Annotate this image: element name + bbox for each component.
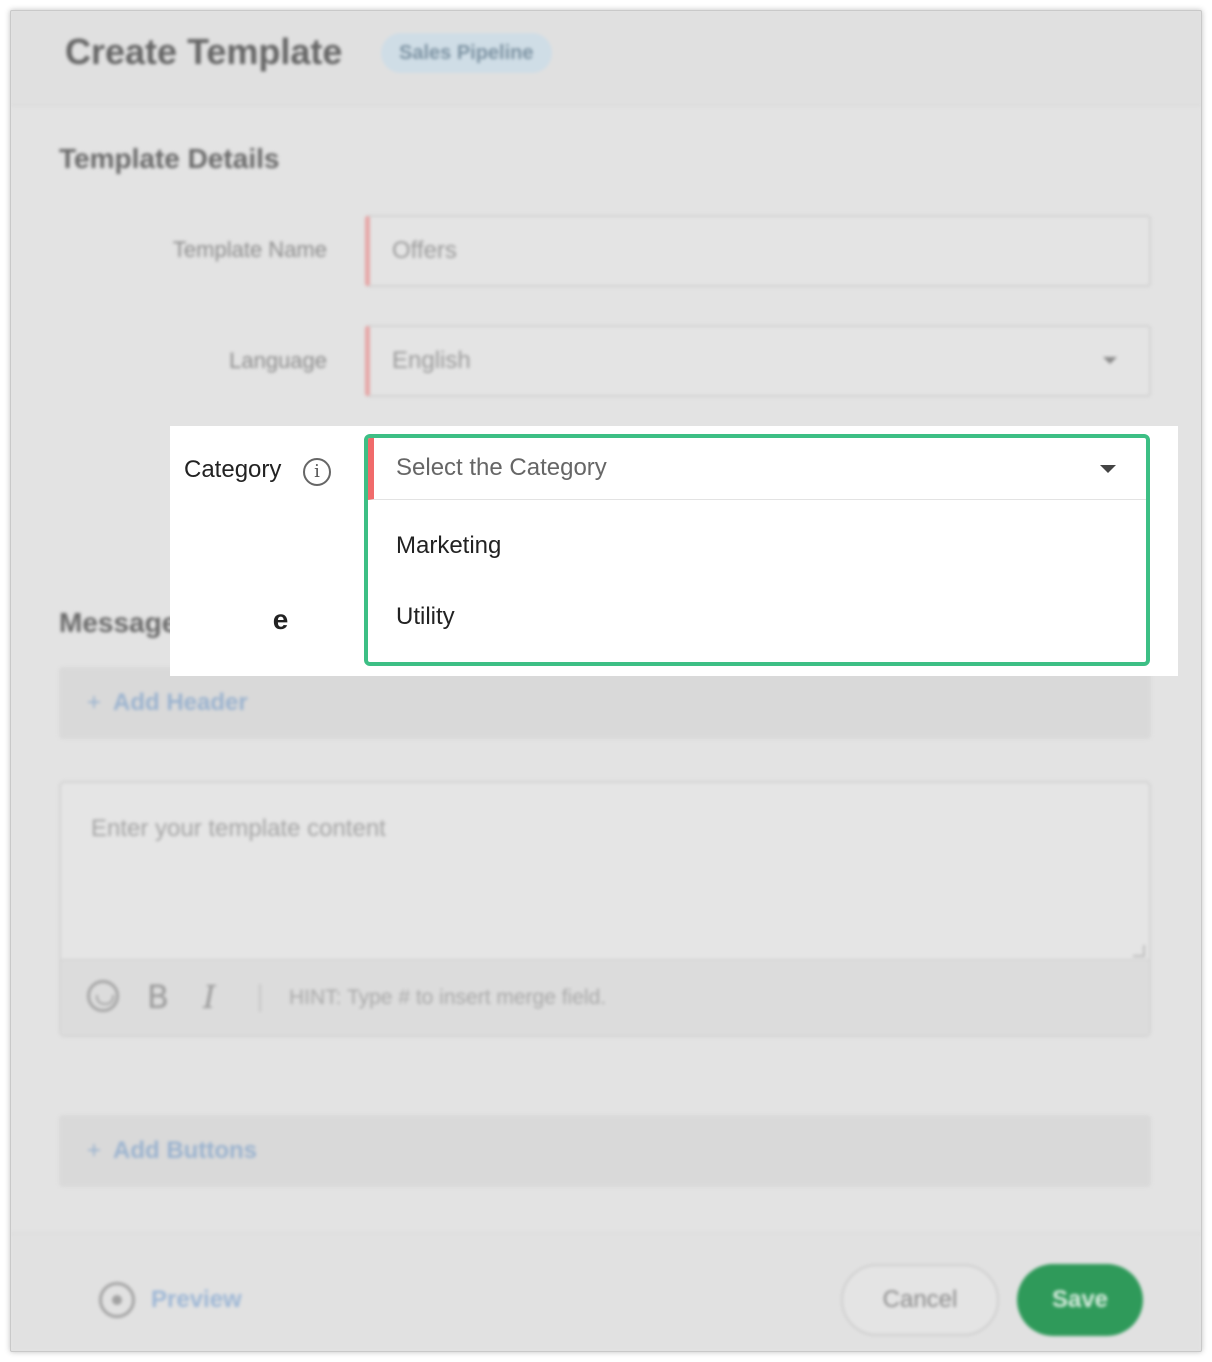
category-label: Category bbox=[184, 456, 282, 483]
template-name-input[interactable]: Offers bbox=[365, 215, 1151, 287]
bold-icon[interactable]: B bbox=[147, 978, 169, 1016]
message-title: Message bbox=[59, 607, 178, 638]
category-option-utility[interactable]: Utility bbox=[396, 603, 455, 631]
category-select[interactable]: Select the Category bbox=[368, 438, 1146, 500]
dialog-header: Create Template Sales Pipeline bbox=[11, 11, 1201, 106]
category-option-marketing[interactable]: Marketing bbox=[396, 532, 501, 560]
emoji-icon[interactable] bbox=[87, 980, 119, 1012]
page-title: Create Template bbox=[65, 31, 343, 72]
cancel-button[interactable]: Cancel bbox=[841, 1264, 999, 1336]
chevron-down-icon bbox=[1103, 357, 1117, 364]
language-value: English bbox=[392, 347, 471, 374]
save-button[interactable]: Save bbox=[1017, 1264, 1143, 1336]
language-select[interactable]: English bbox=[365, 325, 1151, 397]
category-dropdown[interactable]: Select the Category Marketing Utility bbox=[364, 434, 1150, 666]
content-placeholder: Enter your template content bbox=[91, 815, 386, 842]
plus-icon: + bbox=[87, 1137, 102, 1164]
category-placeholder: Select the Category bbox=[396, 454, 607, 481]
blurred-background: Create Template Sales Pipeline Template … bbox=[11, 11, 1201, 1351]
language-label: Language bbox=[229, 348, 327, 373]
editor-toolbar: B I HINT: Type # to insert merge field. bbox=[61, 959, 1149, 1035]
create-template-dialog: Create Template Sales Pipeline Template … bbox=[10, 10, 1202, 1352]
merge-field-hint: HINT: Type # to insert merge field. bbox=[289, 986, 607, 1009]
template-content-editor[interactable]: Enter your template content B I HINT: Ty… bbox=[59, 781, 1151, 1037]
preview-link[interactable]: Preview bbox=[151, 1286, 242, 1314]
toolbar-divider bbox=[259, 984, 261, 1012]
template-name-label: Template Name bbox=[172, 237, 327, 262]
add-buttons-button[interactable]: + Add Buttons bbox=[59, 1115, 1151, 1187]
chevron-down-icon[interactable] bbox=[1100, 465, 1116, 473]
info-icon[interactable]: i bbox=[303, 458, 331, 486]
plus-icon: + bbox=[87, 689, 102, 716]
template-name-value: Offers bbox=[392, 237, 457, 264]
italic-icon[interactable]: I bbox=[203, 978, 216, 1016]
template-details-title: Template Details bbox=[59, 143, 280, 174]
add-buttons-label: Add Buttons bbox=[113, 1137, 257, 1164]
message-title-fragment: Message bbox=[272, 604, 289, 635]
dialog-footer: Preview Cancel Save bbox=[11, 1233, 1201, 1351]
add-header-label: Add Header bbox=[113, 689, 248, 716]
category-focus-panel: Category i Message Select the Category M… bbox=[170, 426, 1178, 676]
add-header-button[interactable]: + Add Header bbox=[59, 667, 1151, 739]
eye-icon[interactable] bbox=[99, 1282, 135, 1318]
resize-handle-icon[interactable] bbox=[1133, 945, 1145, 957]
pipeline-badge: Sales Pipeline bbox=[381, 33, 552, 73]
